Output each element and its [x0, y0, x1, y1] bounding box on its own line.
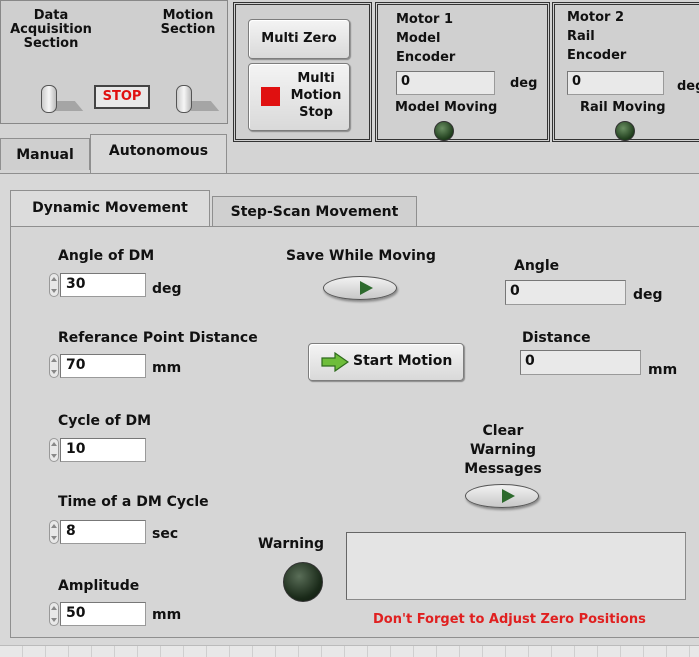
play-icon — [360, 281, 373, 295]
warning-led — [283, 562, 323, 602]
cycle-of-dm-input[interactable]: 10 — [60, 438, 146, 462]
start-motion-label: Start Motion — [353, 353, 453, 369]
angle-output-unit: deg — [633, 287, 663, 303]
time-of-dm-cycle-input[interactable]: 8 — [60, 520, 146, 544]
multi-zero-button[interactable]: Multi Zero — [248, 19, 350, 59]
warning-label: Warning — [258, 536, 325, 552]
ref-point-distance-input[interactable]: 70 — [60, 354, 146, 378]
amplitude-unit: mm — [152, 607, 182, 623]
cycle-of-dm-spinner[interactable] — [49, 438, 59, 462]
distance-output-value: 0 — [520, 350, 641, 375]
motor2-encoder-value: 0 — [567, 71, 664, 95]
amplitude-spinner[interactable] — [49, 602, 59, 626]
model-moving-label: Model Moving — [395, 100, 498, 115]
daq-section-label: Data Acquisition Section — [10, 8, 92, 51]
rail-moving-led — [615, 121, 635, 141]
warning-message-text: Don't Forget to Adjust Zero Positions — [373, 612, 646, 627]
time-of-dm-cycle-label: Time of a DM Cycle — [58, 494, 209, 510]
multi-motion-stop-button[interactable]: Multi Motion Stop — [248, 63, 350, 131]
amplitude-input[interactable]: 50 — [60, 602, 146, 626]
time-of-dm-cycle-spinner[interactable] — [49, 520, 59, 544]
tab-step-scan-movement[interactable]: Step-Scan Movement — [212, 196, 417, 226]
arrow-right-icon — [321, 351, 350, 373]
save-while-moving-toggle[interactable] — [323, 276, 397, 300]
angle-of-dm-label: Angle of DM — [58, 248, 155, 264]
warning-message-box — [346, 532, 686, 600]
stop-square-icon — [261, 87, 280, 106]
motion-section-label: Motion Section — [160, 8, 216, 37]
angle-of-dm-unit: deg — [152, 281, 182, 297]
distance-output-label: Distance — [522, 330, 591, 346]
cycle-of-dm-label: Cycle of DM — [58, 413, 152, 429]
clear-warning-toggle[interactable] — [465, 484, 539, 508]
motion-toggle-switch[interactable] — [176, 85, 192, 113]
motor1-encoder-value: 0 — [396, 71, 495, 95]
control-panel: Data Acquisition Section Motion Section … — [0, 0, 228, 124]
motor2-unit: deg — [677, 79, 699, 94]
angle-output-value: 0 — [505, 280, 626, 305]
motor1-title: Motor 1 Model Encoder — [396, 12, 456, 65]
motor1-panel: Motor 1 Model Encoder 0 deg Model Moving — [375, 2, 550, 142]
multi-control-panel: Multi Zero Multi Motion Stop — [233, 2, 372, 142]
clear-warning-label: Clear Warning Messages — [464, 423, 542, 477]
ref-point-distance-label: Referance Point Distance — [58, 330, 258, 346]
tab-autonomous[interactable]: Autonomous — [90, 134, 227, 174]
multi-motion-stop-label: Multi Motion Stop — [290, 71, 342, 120]
motor2-panel: Motor 2 Rail Encoder 0 deg Rail Moving — [552, 2, 699, 142]
motor2-title: Motor 2 Rail Encoder — [567, 10, 627, 63]
start-motion-button[interactable]: Start Motion — [308, 343, 464, 381]
model-moving-led — [434, 121, 454, 141]
rail-moving-label: Rail Moving — [580, 100, 666, 115]
angle-of-dm-spinner[interactable] — [49, 273, 59, 297]
bottom-scrollbar[interactable] — [0, 645, 699, 657]
amplitude-label: Amplitude — [58, 578, 140, 594]
time-of-dm-cycle-unit: sec — [152, 526, 179, 542]
tab-manual[interactable]: Manual — [0, 138, 90, 170]
save-while-moving-label: Save While Moving — [286, 248, 436, 264]
motor1-unit: deg — [510, 76, 538, 91]
stop-indicator[interactable]: STOP — [94, 85, 150, 109]
angle-of-dm-input[interactable]: 30 — [60, 273, 146, 297]
distance-output-unit: mm — [648, 362, 678, 378]
daq-toggle-switch[interactable] — [41, 85, 57, 113]
play-icon — [502, 489, 515, 503]
ref-point-distance-spinner[interactable] — [49, 354, 59, 378]
ref-point-distance-unit: mm — [152, 360, 182, 376]
tab-dynamic-movement[interactable]: Dynamic Movement — [10, 190, 210, 228]
angle-output-label: Angle — [514, 258, 560, 274]
